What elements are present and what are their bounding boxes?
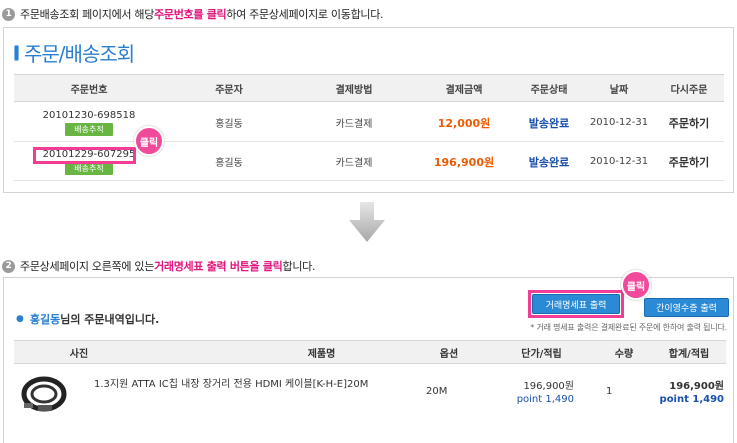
col-reorder: 다시주문	[670, 84, 708, 96]
order-lookup-panel: 주문/배송조회 주문번호 주문자 결제방법 결제금액 주문상태 날짜 다시주문 …	[3, 27, 734, 193]
status-cell: 발송완료	[528, 116, 570, 130]
tracking-button[interactable]: 배송추적	[65, 122, 113, 136]
table-row: 1.3지원 ATTA IC칩 내장 장거리 전용 HDMI 케이블[K-H-E]…	[14, 366, 726, 420]
down-arrow-icon	[349, 202, 385, 242]
col-total: 합계/적립	[668, 348, 710, 360]
order-detail-title: ● 홍길동 님의 주문내역입니다.	[16, 311, 159, 327]
orderer-cell: 홍길동	[215, 158, 243, 169]
click-callout-2: 클릭	[621, 270, 651, 300]
product-name[interactable]: 1.3지원 ATTA IC칩 내장 장거리 전용 HDMI 케이블[K-H-E]…	[94, 378, 394, 392]
col-amount: 결제금액	[445, 84, 483, 96]
date-cell: 2010-12-31	[589, 156, 649, 167]
unit-price-cell: 196,900원 point 1,490	[504, 380, 574, 406]
col-photo: 사진	[69, 348, 89, 360]
amount-cell: 196,900원	[433, 155, 495, 169]
col-unit-price: 단가/적립	[521, 348, 562, 360]
step2-text-highlight: 거래명세표 출력 버튼을 클릭	[154, 260, 283, 273]
click-callout-1: 클릭	[134, 126, 164, 156]
quantity: 1	[606, 386, 613, 397]
col-option: 옵션	[439, 348, 459, 360]
step1-instruction: 1 주문배송조회 페이지에서 해당 주문번호를 클릭 하여 주문상세페이지로 이…	[2, 6, 384, 22]
step1-text-highlight: 주문번호를 클릭	[154, 8, 227, 21]
col-orderer: 주문자	[215, 84, 243, 96]
reorder-button[interactable]: 주문하기	[654, 143, 724, 180]
order-number-link[interactable]: 20101230-698518	[43, 110, 136, 121]
amount-cell: 12,000원	[437, 116, 491, 130]
unit-price: 196,900원	[523, 381, 574, 392]
step1-text-pre: 주문배송조회 페이지에서 해당	[20, 8, 155, 21]
total-price: 196,900원	[669, 381, 724, 392]
step1-text-post: 하여 주문상세페이지로 이동합니다.	[226, 8, 384, 21]
table-row: 20101230-698518 배송추적 홍길동 카드결제 12,000원 발송…	[14, 104, 724, 142]
col-date: 날짜	[609, 84, 629, 96]
status-cell: 발송완료	[528, 155, 570, 169]
detail-table-header: 사진 제품명 옵션 단가/적립 수량 합계/적립	[14, 340, 726, 364]
orderer-cell: 홍길동	[215, 119, 243, 130]
reorder-button[interactable]: 주문하기	[654, 104, 724, 141]
user-name: 홍길동	[29, 313, 61, 326]
step1-number: 1	[2, 7, 15, 21]
step2-text-pre: 주문상세페이지 오른쪽에 있는	[20, 260, 155, 273]
invoice-note: * 거래 명세표 출력은 결제완료된 주문에 한하여 출력 됩니다.	[530, 323, 727, 332]
order-lookup-title: 주문/배송조회	[14, 38, 135, 67]
bullet-icon: ●	[16, 314, 24, 324]
payment-cell: 카드결제	[335, 119, 373, 130]
col-order-no: 주문번호	[70, 84, 108, 96]
col-payment: 결제방법	[335, 84, 373, 96]
product-thumbnail[interactable]	[18, 373, 70, 415]
product-option: 20M	[426, 386, 448, 397]
order-number-highlight-box	[33, 147, 136, 164]
step2-instruction: 2 주문상세페이지 오른쪽에 있는 거래명세표 출력 버튼을 클릭 합니다.	[2, 258, 315, 274]
order-lookup-title-text: 주문/배송조회	[24, 42, 135, 66]
total-price-cell: 196,900원 point 1,490	[654, 380, 724, 406]
title-bar-icon	[14, 44, 19, 61]
payment-cell: 카드결제	[335, 158, 373, 169]
total-point: point 1,490	[659, 394, 724, 405]
step2-number: 2	[2, 259, 15, 273]
col-status: 주문상태	[530, 84, 568, 96]
step2-text-post: 합니다.	[282, 260, 316, 273]
receipt-print-button[interactable]: 간이영수증 출력	[644, 298, 729, 317]
order-detail-title-suffix: 님의 주문내역입니다.	[60, 313, 160, 326]
order-detail-panel: ● 홍길동 님의 주문내역입니다. 거래명세표 출력 클릭 간이영수증 출력 *…	[3, 270, 734, 443]
invoice-button-highlight-box	[528, 290, 624, 318]
col-qty: 수량	[614, 348, 634, 360]
unit-point: point 1,490	[516, 394, 574, 405]
order-table-header: 주문번호 주문자 결제방법 결제금액 주문상태 날짜 다시주문	[14, 74, 724, 102]
date-cell: 2010-12-31	[589, 117, 649, 128]
